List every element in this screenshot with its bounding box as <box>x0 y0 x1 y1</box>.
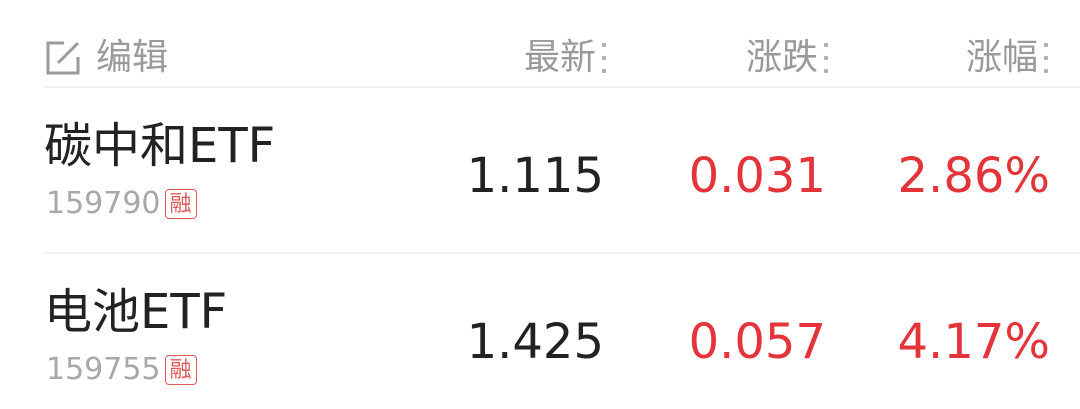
margin-badge: 融 <box>164 355 197 385</box>
column-header-change-label: 涨跌 <box>745 37 818 78</box>
column-header-change[interactable]: 涨跌 <box>746 36 828 80</box>
latest-price: 1.115 <box>466 148 604 204</box>
column-header-latest[interactable]: 最新 <box>524 36 606 80</box>
watchlist: 编辑 最新 涨跌 涨幅 碳中和ETF 159790 融 1.115 0.031 … <box>0 0 1080 409</box>
list-header: 编辑 最新 涨跌 涨幅 <box>44 30 1080 88</box>
list-item[interactable]: 碳中和ETF 159790 融 1.115 0.031 2.86% <box>44 88 1080 254</box>
sort-dots-icon <box>602 43 606 73</box>
edit-icon <box>44 39 82 77</box>
edit-button[interactable]: 编辑 <box>44 36 168 80</box>
edit-label: 编辑 <box>96 37 169 78</box>
price-change-pct: 2.86% <box>897 148 1050 204</box>
column-header-latest-label: 最新 <box>523 37 596 78</box>
column-header-change-pct-label: 涨幅 <box>965 37 1038 78</box>
sort-dots-icon <box>1044 43 1048 73</box>
fund-code-line: 159790 融 <box>46 186 197 222</box>
sort-dots-icon <box>824 43 828 73</box>
fund-name: 碳中和ETF <box>44 118 276 174</box>
fund-code: 159755 <box>46 352 161 387</box>
margin-badge: 融 <box>164 189 197 219</box>
price-change: 0.031 <box>688 148 826 204</box>
fund-code: 159790 <box>46 186 161 221</box>
fund-name: 电池ETF <box>44 284 228 340</box>
latest-price: 1.425 <box>466 314 604 370</box>
column-header-change-pct[interactable]: 涨幅 <box>966 36 1048 80</box>
fund-code-line: 159755 融 <box>46 352 197 388</box>
price-change-pct: 4.17% <box>897 314 1050 370</box>
list-item[interactable]: 电池ETF 159755 融 1.425 0.057 4.17% <box>44 254 1080 409</box>
price-change: 0.057 <box>688 314 826 370</box>
